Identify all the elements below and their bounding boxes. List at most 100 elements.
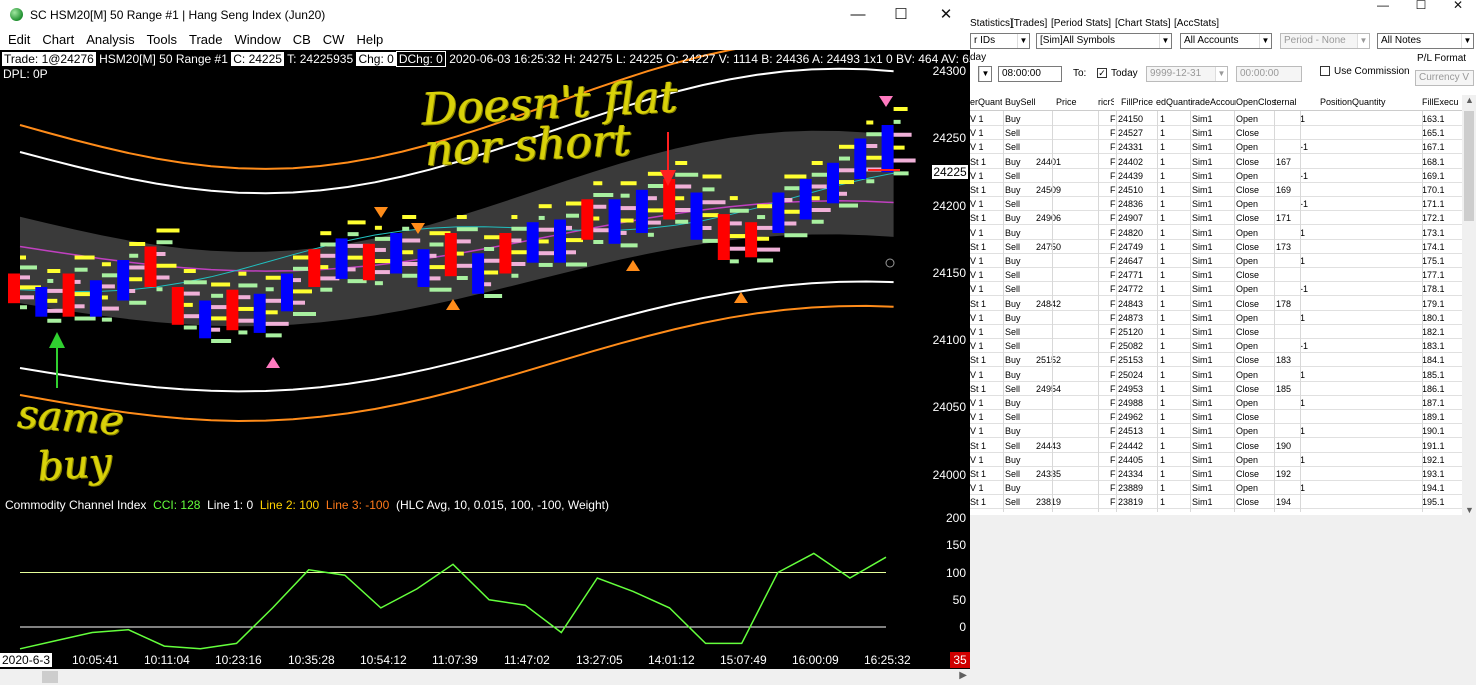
column-header[interactable]: ternal	[1274, 97, 1298, 107]
table-row[interactable]: St 1 Buy 24401 Fi 24402 1 Sim1 Close 167 168.1	[970, 155, 1462, 169]
table-row[interactable]: V 1 Buy Fi 23889 1 Sim1 Open 1 194.1	[970, 481, 1462, 496]
column-header[interactable]: FillExecu	[1422, 97, 1462, 107]
table-cell: 1	[1160, 355, 1166, 366]
table-row[interactable]: St 1 Buy 24842 Fi 24843 1 Sim1 Close 178 179.1	[970, 297, 1462, 311]
table-row[interactable]: V 1 Sell Fi 24439 1 Sim1 Open -1 169.1	[970, 169, 1462, 183]
close-button[interactable]: ✕	[933, 4, 959, 26]
scroll-right-icon[interactable]: ▶	[959, 670, 967, 681]
column-header[interactable]: radeAccoun	[1192, 97, 1236, 107]
table-row[interactable]: St 1 Sell 24954 Fi 24953 1 Sim1 Close 185 186.1	[970, 382, 1462, 396]
table-row[interactable]: V 1 Buy Fi 24647 1 Sim1 Open 1 175.1	[970, 254, 1462, 268]
table-cell: 23819	[1118, 497, 1144, 508]
chevron-down-icon: ▼	[1017, 34, 1029, 48]
volume-profile-stripe	[593, 228, 611, 233]
column-header[interactable]: BuySell	[1005, 97, 1043, 107]
table-row[interactable]: V 1 Buy Fi 24513 1 Sim1 Open 1 190.1	[970, 424, 1462, 439]
to-date-input[interactable]: 9999-12-31 ▼	[1146, 66, 1228, 82]
tab-trades[interactable]: [Trades]	[1011, 18, 1047, 29]
table-row[interactable]: V 1 Buy Fi 24405 1 Sim1 Open 1 192.1	[970, 453, 1462, 467]
table-row[interactable]: V 1 Buy Fi 24150 1 Sim1 Open 1 163.1	[970, 112, 1462, 126]
table-row[interactable]: V 1 Buy Fi 24988 1 Sim1 Open 1 187.1	[970, 396, 1462, 410]
pl-format-select[interactable]: Currency V	[1415, 70, 1474, 86]
tab-acc-stats[interactable]: [AccStats]	[1174, 18, 1219, 29]
column-header[interactable]: erQuantit	[970, 97, 1002, 107]
time-axis-label: 10:54:12	[360, 653, 407, 667]
table-row[interactable]: St 1 Buy 24509 Fi 24510 1 Sim1 Close 169 170.1	[970, 183, 1462, 197]
table-row[interactable]: V 1 Buy Fi 24820 1 Sim1 Open 1 173.1	[970, 226, 1462, 240]
scroll-up-icon[interactable]: ▲	[1465, 95, 1474, 105]
menu-window[interactable]: Window	[234, 31, 280, 47]
table-row[interactable]: St 1 Sell 24750 Fi 24749 1 Sim1 Close 173 174.1	[970, 240, 1462, 254]
volume-profile-stripe	[20, 305, 27, 310]
scrollbar-thumb[interactable]	[42, 671, 58, 683]
time-axis-label: 2020-6-3	[0, 653, 53, 667]
table-row[interactable]: V 1 Sell Fi 24836 1 Sim1 Open -1 171.1	[970, 197, 1462, 212]
scrollbar-thumb[interactable]	[1464, 111, 1474, 221]
menu-help[interactable]: Help	[356, 31, 383, 47]
menu-analysis[interactable]: Analysis	[86, 31, 134, 47]
maximize-button[interactable]: ☐	[1408, 0, 1434, 16]
ids-select[interactable]: r IDs ▼	[970, 33, 1030, 49]
menu-cw[interactable]: CW	[323, 31, 345, 47]
title-bar[interactable]: SC HSM20[M] 50 Range #1 | Hang Seng Inde…	[0, 0, 970, 30]
today-checkbox[interactable]: ✓	[1097, 68, 1107, 78]
volume-profile-stripe	[183, 325, 197, 330]
table-row[interactable]: St 1 Sell 23819 Fi 23819 1 Sim1 Close 194 195.1	[970, 495, 1462, 510]
table-row[interactable]: V 1 Sell Fi 24527 1 Sim1 Close 165.1	[970, 126, 1462, 141]
menu-tools[interactable]: Tools	[147, 31, 177, 47]
table-cell: Open	[1236, 284, 1259, 295]
volume-profile-stripe	[183, 269, 196, 273]
table-row[interactable]: V 1 Sell Fi 25120 1 Sim1 Close 182.1	[970, 325, 1462, 339]
minimize-button[interactable]: —	[1370, 0, 1396, 16]
table-cell	[1036, 171, 1076, 183]
column-header[interactable]: Price	[1056, 97, 1086, 107]
column-header[interactable]: edQuanti	[1156, 97, 1192, 107]
table-row[interactable]: V 1 Sell Fi 24771 1 Sim1 Close 177.1	[970, 268, 1462, 283]
maximize-button[interactable]: ☐	[888, 4, 914, 26]
column-header[interactable]: ricrS	[1098, 97, 1114, 107]
column-header[interactable]: OpenClose	[1236, 97, 1276, 107]
table-row[interactable]: St 1 Buy 25152 Fi 25153 1 Sim1 Close 183 184.1	[970, 353, 1462, 368]
lower-outer-band	[19, 304, 894, 423]
column-header[interactable]: PositionQuantity	[1320, 97, 1400, 107]
tab-chart-stats[interactable]: [Chart Stats]	[1115, 18, 1171, 29]
column-header[interactable]: FillPrice	[1121, 97, 1155, 107]
chart-area[interactable]: Trade: 1@24276 HSM20[M] 50 Range #1 C: 2…	[0, 50, 1005, 670]
minimize-button[interactable]: —	[845, 4, 871, 26]
table-row[interactable]: V 1 Sell Fi 24772 1 Sim1 Open -1 178.1	[970, 282, 1462, 297]
table-cell: 1	[1160, 398, 1166, 408]
menu-chart[interactable]: Chart	[42, 31, 74, 47]
menu-cb[interactable]: CB	[293, 31, 311, 47]
table-row[interactable]: V 1 Buy Fi 25024 1 Sim1 Open 1 185.1	[970, 368, 1462, 382]
table-row[interactable]: V 1 Sell Fi 24331 1 Sim1 Open -1 167.1	[970, 140, 1462, 155]
vertical-scrollbar[interactable]: ▲ ▼	[1462, 95, 1476, 515]
table-cell: 179.1	[1422, 298, 1445, 309]
use-commission-checkbox[interactable]	[1320, 66, 1330, 76]
to-time-input[interactable]: 00:00:00	[1236, 66, 1302, 82]
table-row[interactable]: V 1 Sell Fi 24962 1 Sim1 Close 189.1	[970, 410, 1462, 425]
horizontal-scrollbar[interactable]: ▶	[0, 669, 970, 685]
menu-edit[interactable]: Edit	[8, 31, 30, 47]
table-row[interactable]: St 1 Sell 24443 Fi 24442 1 Sim1 Close 190 191.1	[970, 439, 1462, 453]
close-button[interactable]: ✕	[1445, 0, 1471, 16]
table-cell: 163.1	[1422, 114, 1445, 124]
volume-profile-stripe	[347, 255, 363, 260]
table-cell: V 1	[970, 426, 984, 437]
period-select[interactable]: Period - None ▼	[1280, 33, 1370, 49]
table-row[interactable]: V 1 Sell Fi 25082 1 Sim1 Open -1 183.1	[970, 339, 1462, 354]
menu-trade[interactable]: Trade	[189, 31, 222, 47]
notes-select[interactable]: All Notes ▼	[1377, 33, 1474, 49]
symbol-select[interactable]: [Sim]All Symbols ▼	[1036, 33, 1172, 49]
table-row[interactable]: V 1 Buy Fi 24873 1 Sim1 Open 1 180.1	[970, 311, 1462, 325]
table-row[interactable]: St 1 Buy 24906 Fi 24907 1 Sim1 Close 171 172.1	[970, 211, 1462, 226]
account-select[interactable]: All Accounts ▼	[1180, 33, 1272, 49]
tab-period-stats[interactable]: [Period Stats]	[1051, 18, 1111, 29]
table-cell	[1276, 128, 1298, 140]
scroll-down-icon[interactable]: ▼	[1465, 505, 1474, 515]
from-time-input[interactable]: 08:00:00	[998, 66, 1062, 82]
table-cell: 24527	[1118, 128, 1144, 139]
time-axis-label: 11:47:02	[504, 653, 550, 667]
from-date-dropdown[interactable]: ▼	[978, 66, 992, 82]
table-row[interactable]: St 1 Sell 24335 Fi 24334 1 Sim1 Close 192 193.1	[970, 467, 1462, 481]
tab-statistics[interactable]: Statistics]	[970, 18, 1013, 29]
